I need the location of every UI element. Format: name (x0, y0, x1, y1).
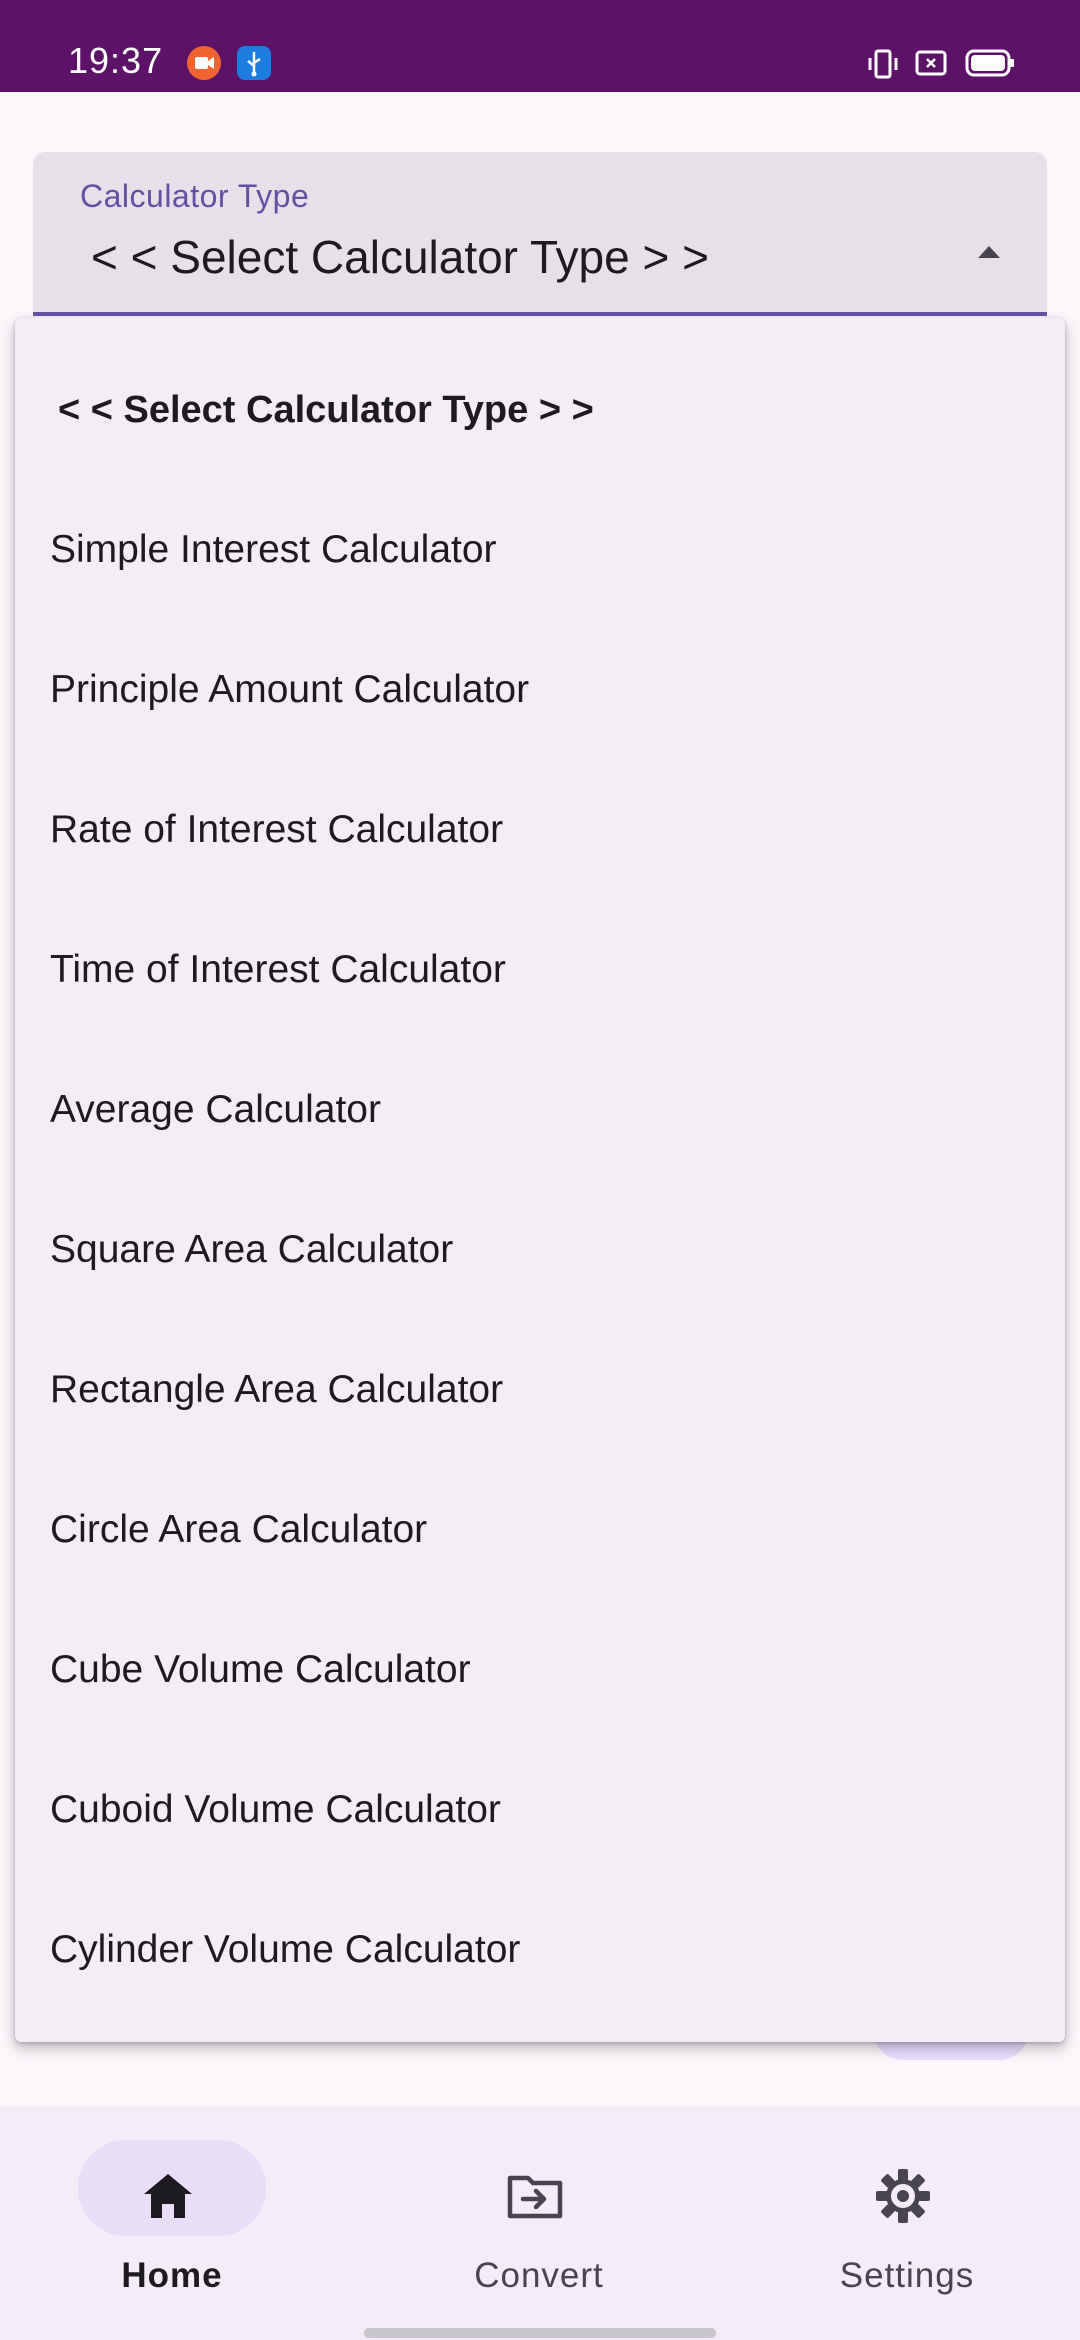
nav-item-home[interactable]: Home (31, 2140, 281, 2300)
nav-label-settings: Settings (839, 2256, 975, 2295)
nav-item-convert[interactable]: Convert (398, 2140, 648, 2300)
home-indicator[interactable] (364, 2328, 716, 2338)
calculator-type-dropdown[interactable]: Calculator Type < < Select Calculator Ty… (33, 152, 1047, 316)
menu-item-rate-of-interest[interactable]: Rate of Interest Calculator (15, 760, 1065, 900)
nfc-icon (914, 48, 948, 83)
usb-icon (237, 46, 271, 80)
calculator-type-value: < < Select Calculator Type > > (91, 231, 709, 283)
bottom-navigation: Home Convert Settings (0, 2106, 1080, 2340)
screen-record-icon (187, 46, 221, 80)
battery-icon (965, 48, 1015, 83)
menu-item-time-of-interest[interactable]: Time of Interest Calculator (15, 900, 1065, 1040)
nav-label-convert: Convert (474, 2256, 604, 2295)
calculator-type-label: Calculator Type (80, 178, 310, 214)
menu-item-square-area[interactable]: Square Area Calculator (15, 1180, 1065, 1320)
menu-item-simple-interest[interactable]: Simple Interest Calculator (15, 480, 1065, 620)
folder-convert-icon (503, 2164, 567, 2228)
menu-item-cube-volume[interactable]: Cube Volume Calculator (15, 1600, 1065, 1740)
menu-item-cuboid-volume[interactable]: Cuboid Volume Calculator (15, 1740, 1065, 1880)
status-time: 19:37 (68, 40, 164, 81)
gear-icon (871, 2164, 935, 2228)
calculator-type-menu: < < Select Calculator Type > > Simple In… (15, 318, 1065, 2042)
menu-item-cylinder-volume[interactable]: Cylinder Volume Calculator (15, 1880, 1065, 2020)
menu-item-circle-area[interactable]: Circle Area Calculator (15, 1460, 1065, 1600)
menu-item-select-placeholder[interactable]: < < Select Calculator Type > > (15, 340, 1065, 480)
menu-item-principle-amount[interactable]: Principle Amount Calculator (15, 620, 1065, 760)
nav-label-home: Home (121, 2256, 223, 2295)
menu-item-average[interactable]: Average Calculator (15, 1040, 1065, 1180)
caret-up-icon[interactable] (963, 226, 1015, 278)
menu-item-rectangle-area[interactable]: Rectangle Area Calculator (15, 1320, 1065, 1460)
nav-item-settings[interactable]: Settings (766, 2140, 1016, 2300)
status-bar: 19:37 (0, 0, 1080, 92)
vibrate-icon (866, 48, 900, 85)
home-icon (136, 2164, 200, 2228)
